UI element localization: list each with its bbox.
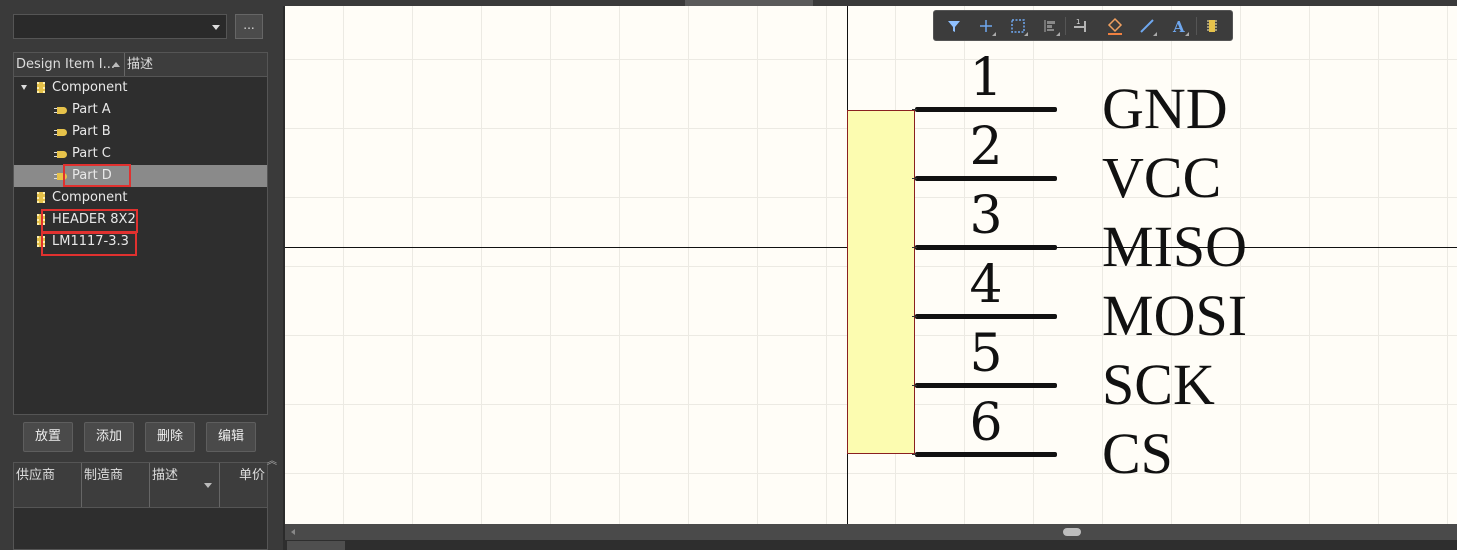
text-icon[interactable]: A — [1168, 15, 1190, 37]
add-cross-icon[interactable] — [975, 15, 997, 37]
highlight-box — [63, 164, 131, 187]
highlight-box — [41, 232, 137, 256]
pin-1-number: 1 — [969, 48, 1003, 108]
tree-item-label: Part C — [72, 146, 111, 161]
line-icon[interactable] — [1136, 15, 1158, 37]
delete-button[interactable]: 删除 — [145, 422, 195, 452]
place-button[interactable]: 放置 — [23, 422, 73, 452]
tree-item-component-2[interactable]: Component — [14, 187, 267, 209]
pin-5-number: 5 — [969, 324, 1003, 384]
pin-6-number: 6 — [969, 393, 1003, 453]
chevron-down-icon[interactable] — [212, 25, 220, 30]
column-header-price[interactable]: 单价 — [220, 463, 267, 507]
pin-2-name: VCC — [1102, 145, 1222, 210]
part-icon — [54, 129, 67, 136]
column-header-supplier[interactable]: 供应商 — [14, 463, 82, 507]
tree-item-part-a[interactable]: Part A — [14, 99, 267, 121]
bottom-tab[interactable] — [287, 541, 345, 550]
highlight-box — [41, 209, 138, 233]
pin-4-name: MOSI — [1102, 283, 1248, 348]
tree-item-component[interactable]: Component — [14, 77, 267, 99]
part-icon[interactable] — [1201, 15, 1223, 37]
add-button[interactable]: 添加 — [84, 422, 134, 452]
fill-icon[interactable] — [1104, 15, 1126, 37]
tree-item-part-b[interactable]: Part B — [14, 121, 267, 143]
pin-icon[interactable]: 1 — [1071, 15, 1093, 37]
tree-header: Design Item I... 描述 — [14, 53, 267, 77]
component-tree: Design Item I... 描述 Component Part A Par… — [13, 52, 268, 415]
tree-item-label: Component — [52, 190, 128, 205]
horizontal-scrollbar[interactable] — [285, 524, 1457, 540]
toolbar-separator — [1196, 17, 1197, 35]
expand-arrow-icon[interactable] — [21, 85, 27, 90]
sort-descending-icon — [204, 483, 212, 488]
pin-5-hotspot — [912, 385, 917, 386]
library-panel: ... Design Item I... 描述 Component Part A… — [0, 0, 283, 550]
column-header-manufacturer[interactable]: 制造商 — [82, 463, 150, 507]
select-rect-icon[interactable] — [1007, 15, 1029, 37]
pin-1-name: GND — [1102, 76, 1228, 141]
tree-item-part-c[interactable]: Part C — [14, 143, 267, 165]
active-bar-toolbar: 1 A — [933, 10, 1233, 41]
collapse-up-icon[interactable]: ︽ — [267, 457, 277, 467]
pin-2-number: 2 — [969, 117, 1003, 177]
column-header-label: Design Item I... — [16, 57, 115, 72]
tree-item-label: Part A — [72, 102, 111, 117]
column-header-description[interactable]: 描述 — [127, 53, 153, 76]
browse-button[interactable]: ... — [235, 14, 263, 39]
pin-4-number: 4 — [969, 255, 1003, 315]
tree-item-label: Component — [52, 80, 128, 95]
svg-text:1: 1 — [1076, 18, 1080, 26]
scrollbar-thumb[interactable] — [1063, 528, 1081, 536]
svg-text:A: A — [1172, 18, 1185, 36]
sort-ascending-icon — [112, 62, 120, 67]
pin-5-name: SCK — [1102, 352, 1215, 417]
part-icon — [54, 151, 67, 158]
component-body[interactable] — [847, 110, 915, 454]
edit-button[interactable]: 编辑 — [206, 422, 256, 452]
pin-6-name: CS — [1102, 421, 1173, 486]
pin-3-number: 3 — [969, 186, 1003, 246]
scroll-left-icon[interactable] — [291, 529, 295, 535]
filter-icon[interactable] — [943, 15, 965, 37]
bottom-tab-strip — [283, 540, 1457, 550]
part-icon — [54, 107, 67, 114]
pin-1-hotspot — [912, 109, 917, 110]
library-dropdown[interactable] — [13, 14, 227, 39]
tree-item-part-d[interactable]: Part D — [14, 165, 267, 187]
toolbar-separator — [1065, 17, 1066, 35]
tree-item-label: Part B — [72, 124, 111, 139]
pin-2-hotspot — [912, 178, 917, 179]
column-header-design-item[interactable]: Design Item I... — [16, 53, 125, 76]
pin-6-hotspot — [912, 454, 917, 455]
pin-4-hotspot — [912, 316, 917, 317]
schematic-canvas[interactable]: 1 GND 2 VCC 3 MISO 4 MOSI 5 SCK 6 CS — [285, 6, 1457, 524]
align-icon[interactable] — [1039, 15, 1061, 37]
component-icon — [37, 192, 45, 203]
supplier-header: 供应商 制造商 描述 单价 — [14, 463, 267, 508]
pin-3-hotspot — [912, 247, 917, 248]
supplier-table: 供应商 制造商 描述 单价 — [13, 462, 268, 550]
pin-3-name: MISO — [1102, 214, 1248, 279]
component-icon — [37, 82, 45, 93]
